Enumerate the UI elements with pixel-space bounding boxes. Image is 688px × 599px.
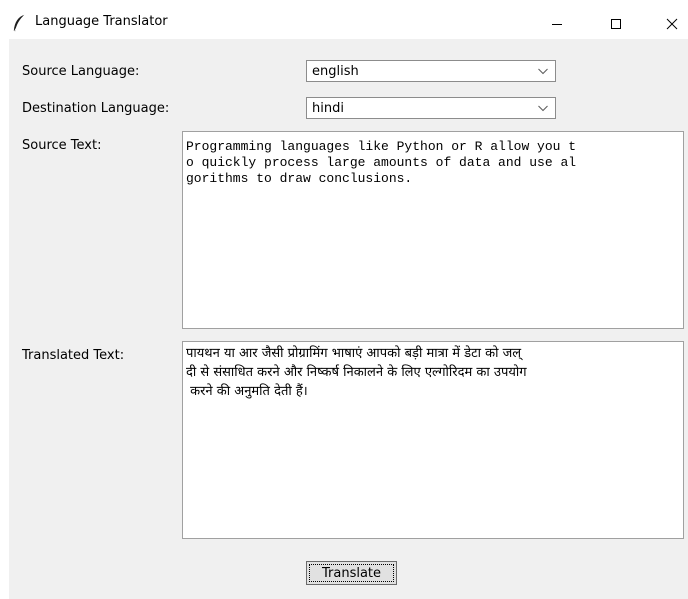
title-bar[interactable]: Language Translator (9, 8, 688, 39)
destination-language-value: hindi (312, 101, 344, 116)
chevron-down-icon (538, 105, 548, 112)
destination-language-select[interactable]: hindi (306, 97, 556, 119)
source-language-select[interactable]: english (306, 60, 556, 82)
close-icon (666, 18, 678, 29)
app-window: Language Translator Source Language: eng… (9, 8, 688, 599)
destination-language-label: Destination Language: (22, 101, 170, 116)
source-text-content: Programming languages like Python or R a… (186, 139, 577, 186)
translate-button[interactable]: Translate (306, 561, 397, 585)
translated-text-label: Translated Text: (22, 348, 125, 363)
chevron-down-icon (538, 68, 548, 75)
source-language-value: english (312, 64, 359, 79)
minimize-button[interactable] (534, 8, 580, 39)
translated-text-area[interactable]: पायथन या आर जैसी प्रोग्रामिंग भाषाएं आपक… (182, 341, 684, 539)
close-button[interactable] (649, 8, 688, 39)
source-text-label: Source Text: (22, 138, 102, 153)
maximize-icon (611, 18, 621, 29)
translated-text-content: पायथन या आर जैसी प्रोग्रामिंग भाषाएं आपक… (186, 346, 527, 399)
source-text-area[interactable]: Programming languages like Python or R a… (182, 131, 684, 329)
window-title: Language Translator (35, 14, 168, 29)
minimize-icon (552, 23, 562, 25)
source-language-label: Source Language: (22, 64, 140, 79)
maximize-button[interactable] (593, 8, 639, 39)
feather-icon (13, 14, 25, 32)
